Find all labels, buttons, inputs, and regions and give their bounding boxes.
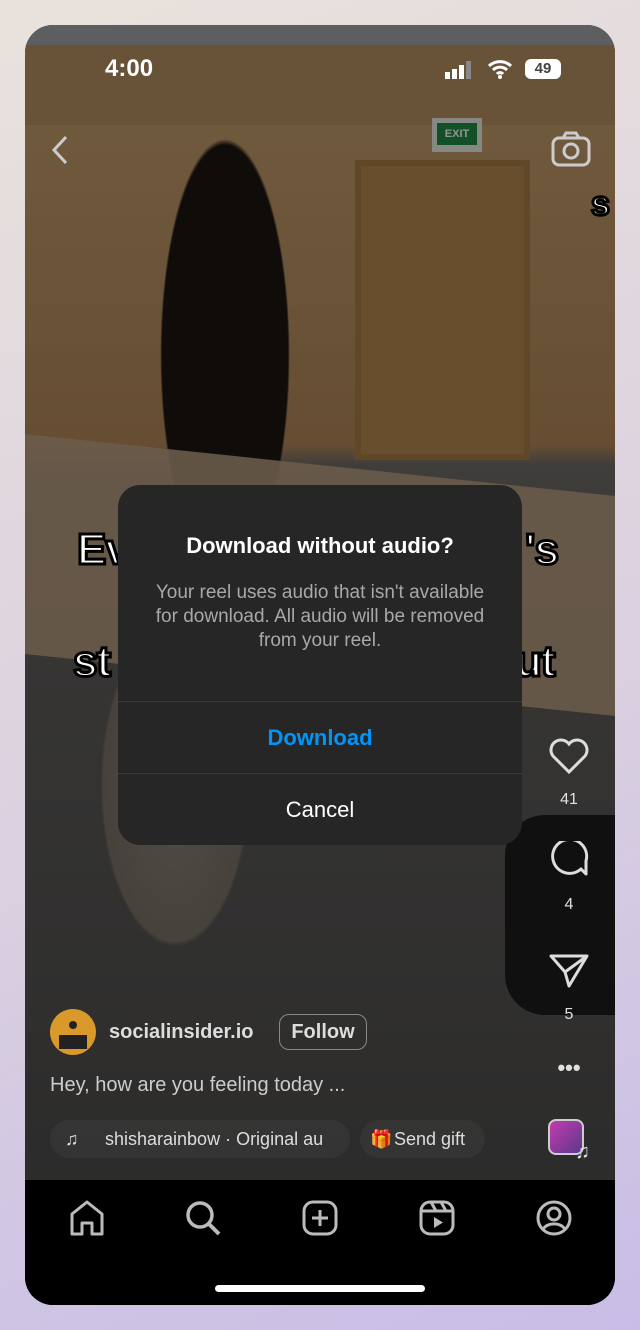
download-dialog: Download without audio? Your reel uses a… [118,485,522,845]
avatar[interactable] [50,1009,96,1055]
post-caption[interactable]: Hey, how are you feeling today ... [50,1074,345,1097]
download-button[interactable]: Download [118,701,522,773]
camera-icon[interactable] [551,131,591,167]
status-bar: 4:00 49 [25,25,615,105]
home-icon[interactable] [67,1198,107,1238]
send-gift-button[interactable]: 🎁 Send gift [360,1120,485,1158]
audio-label: shisharainbow · Original au [105,1129,324,1149]
caption-fragment: s [590,184,612,225]
music-note-icon: ♫ [575,1141,590,1163]
bottom-nav [25,1180,615,1305]
share-icon[interactable] [549,953,589,989]
dialog-title: Download without audio? [186,533,454,558]
signal-icon [445,61,471,79]
dialog-message: Your reel uses audio that isn't availabl… [155,582,485,651]
caption-fragment: st [71,636,112,688]
more-icon[interactable]: ••• [545,1055,593,1081]
username[interactable]: socialinsider.io [109,1021,254,1044]
profile-icon[interactable] [534,1198,574,1238]
cancel-button[interactable]: Cancel [118,773,522,845]
like-count: 41 [560,791,578,808]
share-count: 5 [564,1006,574,1023]
audio-chip[interactable]: ♫ shisharainbow · Original au [50,1120,350,1158]
reels-icon[interactable] [417,1198,457,1238]
comment-count: 4 [564,896,574,913]
battery-icon: 49 [525,59,561,79]
phone-screen: EXIT Ev 's st ut s 4:00 49 Download with… [25,25,615,1305]
wifi-icon [487,60,513,79]
home-indicator[interactable] [215,1285,425,1292]
back-icon[interactable] [50,135,72,165]
create-icon[interactable] [300,1198,340,1238]
heart-icon[interactable] [548,737,590,775]
search-icon[interactable] [183,1198,223,1238]
follow-button[interactable]: Follow [279,1014,367,1050]
gift-icon: 🎁 [370,1129,393,1149]
caption-fragment: 's [524,524,561,576]
clock: 4:00 [105,55,154,82]
comment-icon[interactable] [548,841,590,883]
music-note-icon: ♫ [65,1129,79,1149]
